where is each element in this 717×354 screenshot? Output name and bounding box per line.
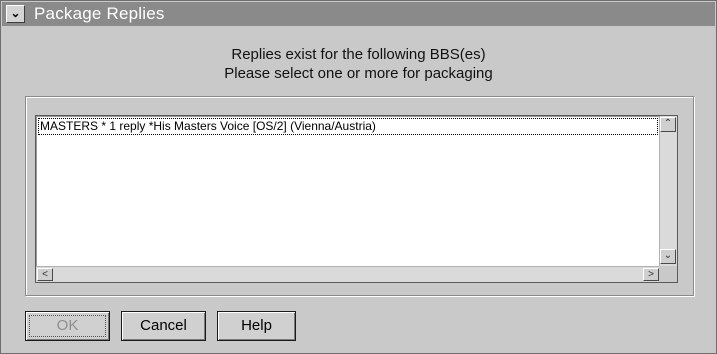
scroll-left-icon[interactable]: < bbox=[37, 268, 53, 281]
scroll-down-icon[interactable]: ⌄ bbox=[660, 249, 676, 264]
cancel-button[interactable]: Cancel bbox=[121, 311, 206, 341]
window-title: Package Replies bbox=[34, 4, 165, 23]
scroll-up-icon[interactable]: ⌃ bbox=[660, 117, 676, 132]
horizontal-scrollbar[interactable]: < > bbox=[36, 266, 661, 282]
scrollbar-corner bbox=[659, 266, 677, 282]
help-button[interactable]: Help bbox=[217, 311, 296, 341]
system-menu-icon[interactable]: ⌄ bbox=[6, 5, 25, 23]
ok-button[interactable]: OK bbox=[25, 311, 110, 341]
focus-ring bbox=[29, 315, 106, 337]
package-replies-dialog: ⌄ Package Replies Replies exist for the … bbox=[0, 0, 717, 354]
list-item[interactable]: MASTERS * 1 reply *His Masters Voice [OS… bbox=[38, 118, 658, 135]
message-line-1: Replies exist for the following BBS(es) bbox=[231, 46, 486, 63]
scroll-right-icon[interactable]: > bbox=[643, 268, 659, 281]
message-line-2: Please select one or more for packaging bbox=[224, 65, 493, 82]
title-bar[interactable]: ⌄ Package Replies bbox=[2, 2, 715, 26]
vertical-scrollbar[interactable]: ⌃ ⌄ bbox=[659, 116, 677, 266]
bbs-listbox[interactable]: MASTERS * 1 reply *His Masters Voice [OS… bbox=[35, 115, 678, 283]
